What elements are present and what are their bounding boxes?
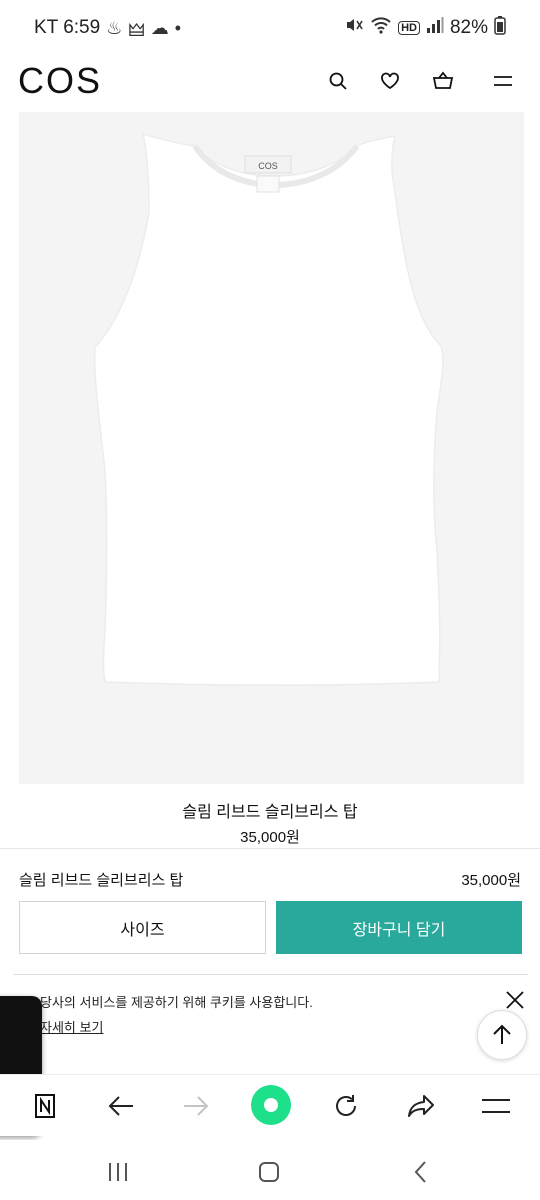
battery-icon [494,15,506,41]
share-icon[interactable] [404,1089,438,1123]
menu-icon[interactable] [490,68,516,94]
cos-logo[interactable]: COS [18,60,102,102]
forward-icon[interactable] [179,1089,213,1123]
notification-icon-1: ♨ [106,17,123,38]
add-to-cart-label: 장바구니 담기 [352,921,446,939]
cookie-message: 당사의 서비스를 제공하기 위해 쿠키를 사용합니다. [40,995,313,1010]
naver-icon[interactable] [28,1089,62,1123]
product-title: 슬림 리브드 슬리브리스 탑 [182,804,358,821]
label-tag-text: COS [258,161,278,171]
hd-badge: HD [398,21,420,35]
system-nav-bar [0,1140,540,1200]
signal-icon [426,16,444,40]
status-bar: KT 6:59 ♨ 🜲 ☁ • HD 82% [0,0,540,56]
back-nav-icon[interactable] [405,1156,437,1188]
wifi-icon [370,15,392,41]
arrow-up-icon [493,1024,511,1044]
add-to-cart-button[interactable]: 장바구니 담기 [276,901,522,954]
product-image[interactable]: COS [19,112,524,784]
browser-toolbar [0,1074,540,1136]
home-dot [264,1098,278,1112]
heart-icon[interactable] [377,68,403,94]
cookie-banner-divider [14,974,528,975]
menu-icon-browser[interactable] [479,1089,513,1123]
close-icon[interactable] [503,988,527,1012]
divider [0,848,540,849]
home-nav-icon[interactable] [253,1156,285,1188]
tank-top-illustration: COS [93,132,444,686]
notification-icon-3: ☁ [150,17,169,38]
status-left: KT 6:59 ♨ 🜲 ☁ • [34,10,181,47]
search-icon[interactable] [325,68,351,94]
size-button[interactable]: 사이즈 [19,901,266,954]
basket-icon[interactable] [430,68,456,94]
back-icon[interactable] [104,1089,138,1123]
status-right: HD 82% [344,15,506,41]
scroll-to-top-button[interactable] [477,1010,527,1060]
notification-dot: • [174,17,182,38]
battery-percent: 82% [449,17,488,38]
recent-apps-icon[interactable] [102,1156,134,1188]
carrier-time: KT 6:59 [34,17,101,38]
sticky-product-name: 슬림 리브드 슬리브리스 탑 [19,872,184,889]
site-header: COS [0,56,540,110]
home-button[interactable] [251,1085,291,1125]
product-price: 35,000원 [240,829,300,846]
refresh-icon[interactable] [329,1089,363,1123]
sticky-product-price: 35,000원 [461,872,521,889]
cookie-details-link[interactable]: 자세히 보기 [40,1017,103,1036]
size-button-label: 사이즈 [120,921,165,939]
notification-icon-2: 🜲 [128,19,145,40]
mute-icon [344,15,364,41]
